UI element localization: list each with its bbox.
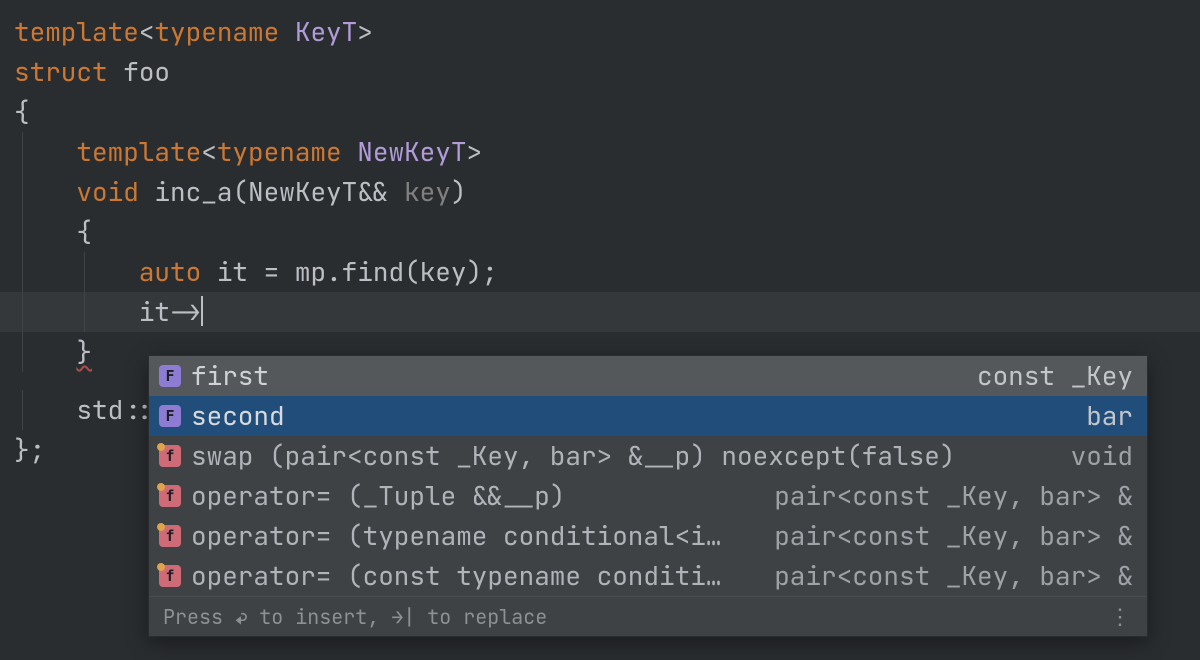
autocomplete-item-type: const _Key <box>977 356 1133 396</box>
autocomplete-item-method[interactable]: f operator= (const typename conditi… pair<… <box>149 556 1147 596</box>
code-editor[interactable]: template<typename KeyT> struct foo { tem… <box>0 0 1200 470</box>
autocomplete-item-label: operator= (typename conditional<i… <box>191 516 721 556</box>
autocomplete-item-type: pair<const _Key, bar> & <box>774 476 1133 516</box>
more-menu-icon[interactable]: ⋮ <box>1109 597 1133 637</box>
badge-icon <box>157 523 165 531</box>
autocomplete-item-label: operator= (_Tuple &&__p) <box>191 476 565 516</box>
error-brace: } <box>76 334 92 369</box>
code-line: struct foo <box>0 52 1200 92</box>
text-caret <box>201 296 203 326</box>
autocomplete-popup[interactable]: Ffirst const _Key Fsecond bar f swap (pair<co… <box>148 355 1148 637</box>
badge-icon <box>157 443 165 451</box>
hint-text: Press ↩ to insert, →| to replace <box>163 597 547 637</box>
code-line: { <box>0 212 1200 252</box>
tab-key-icon: →| <box>391 604 415 630</box>
code-line: template<typename KeyT> <box>0 12 1200 52</box>
autocomplete-item-label: swap (pair<const _Key, bar> &__p) noexce… <box>191 436 955 476</box>
badge-icon <box>157 483 165 491</box>
method-icon: f <box>159 485 181 507</box>
autocomplete-item-method[interactable]: f operator= (typename conditional<i… pair<… <box>149 516 1147 556</box>
autocomplete-hint-bar: Press ↩ to insert, →| to replace ⋮ <box>149 596 1147 636</box>
autocomplete-item-type: pair<const _Key, bar> & <box>774 516 1133 556</box>
autocomplete-item-type: pair<const _Key, bar> & <box>774 556 1133 596</box>
autocomplete-item-method[interactable]: f swap (pair<const _Key, bar> &__p) noexc… <box>149 436 1147 476</box>
field-icon: F <box>159 365 181 387</box>
autocomplete-item-field[interactable]: Ffirst const _Key <box>149 356 1147 396</box>
field-icon: F <box>159 405 181 427</box>
autocomplete-item-type: bar <box>1086 396 1133 436</box>
badge-icon <box>157 563 165 571</box>
enter-key-icon: ↩ <box>235 604 247 630</box>
code-line: auto it = mp.find(key); <box>0 252 1200 292</box>
code-line-active: it-> <box>0 292 1200 332</box>
code-line: { <box>0 92 1200 132</box>
code-line: void inc_a(NewKeyT&& key) <box>0 172 1200 212</box>
autocomplete-item-label: operator= (const typename conditi… <box>191 556 721 596</box>
autocomplete-item-label: first <box>191 356 269 396</box>
autocomplete-item-type: void <box>1071 436 1133 476</box>
autocomplete-item-label: second <box>191 396 285 436</box>
method-icon: f <box>159 525 181 547</box>
method-icon: f <box>159 445 181 467</box>
autocomplete-item-field[interactable]: Fsecond bar <box>149 396 1147 436</box>
method-icon: f <box>159 565 181 587</box>
code-line: template<typename NewKeyT> <box>0 132 1200 172</box>
autocomplete-item-method[interactable]: f operator= (_Tuple &&__p) pair<const _Key… <box>149 476 1147 516</box>
